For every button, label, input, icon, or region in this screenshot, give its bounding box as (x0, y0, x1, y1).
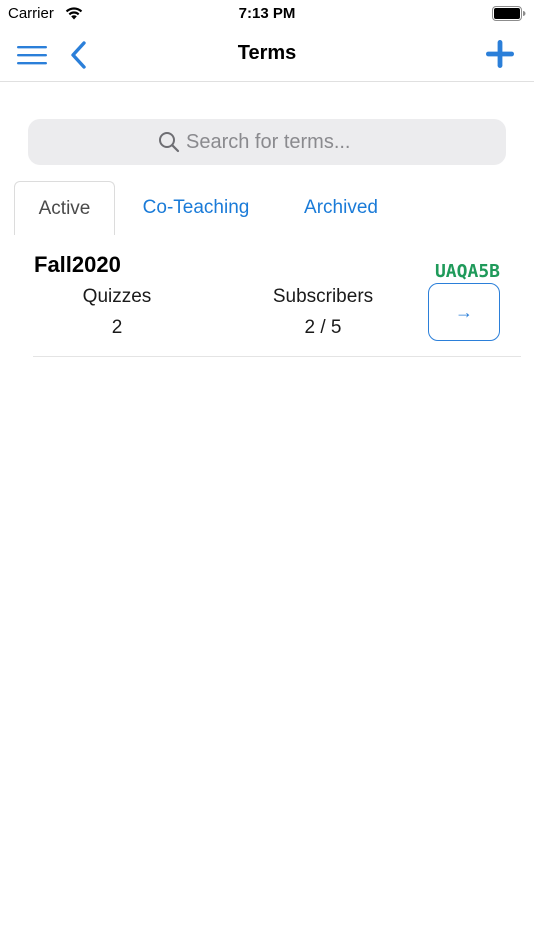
search-input[interactable] (186, 130, 376, 154)
subscribers-label: Subscribers (272, 286, 374, 307)
term-tabs: Active Co-Teaching Archived (14, 181, 534, 235)
quizzes-label: Quizzes (82, 286, 152, 307)
term-name: Fall2020 (34, 252, 121, 277)
subscribers-stat: Subscribers 2 / 5 (253, 285, 393, 340)
subscribers-count: 2 / 5 (304, 317, 342, 338)
tab-co-teaching[interactable]: Co-Teaching (124, 181, 268, 235)
arrow-right-icon: → (455, 302, 473, 322)
page-title: Terms (237, 42, 297, 64)
search-bar[interactable] (28, 119, 506, 165)
tab-archived[interactable]: Archived (284, 181, 398, 235)
add-icon[interactable] (484, 38, 516, 70)
status-bar: Carrier 7:13 PM (0, 0, 534, 28)
tab-active[interactable]: Active (14, 181, 115, 235)
search-inner (28, 119, 506, 165)
term-row[interactable]: Fall2020 UAQA5B Quizzes 2 Subscribers 2 … (33, 245, 521, 357)
navigation-bar: Terms (0, 28, 534, 82)
status-time: 7:13 PM (238, 5, 296, 22)
battery-icon (492, 6, 526, 21)
open-term-button[interactable]: → (428, 283, 500, 341)
quizzes-stat: Quizzes 2 (57, 285, 177, 340)
quizzes-count: 2 (111, 317, 123, 338)
search-icon (159, 132, 180, 153)
term-join-code: UAQA5B (434, 261, 500, 282)
